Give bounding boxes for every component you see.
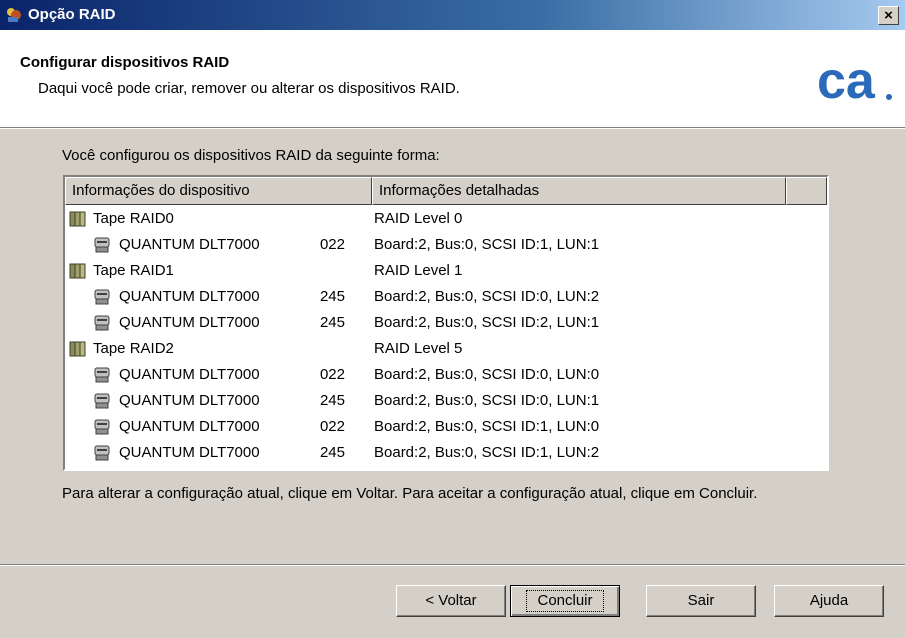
list-header: Informações do dispositivo Informações d… <box>65 177 827 205</box>
raid-group-row[interactable]: Tape RAID2 RAID Level 5 <box>65 336 827 362</box>
device-code: 022 <box>319 418 345 435</box>
back-button-label: < Voltar <box>425 592 477 609</box>
device-name: QUANTUM DLT7000 <box>119 236 260 253</box>
column-header-empty <box>786 177 827 205</box>
exit-button[interactable]: Sair <box>646 585 756 617</box>
wizard-header: Configurar dispositivos RAID Daqui você … <box>0 30 905 128</box>
header-subtitle: Daqui você pode criar, remover ou altera… <box>38 80 460 97</box>
device-name: QUANTUM DLT7000 <box>119 392 260 409</box>
device-detail: Board:2, Bus:0, SCSI ID:1, LUN:2 <box>374 444 600 461</box>
tape-drive-icon <box>93 392 111 410</box>
device-code: 245 <box>319 314 345 331</box>
column-header-detail-info[interactable]: Informações detalhadas <box>372 177 786 205</box>
header-title: Configurar dispositivos RAID <box>20 54 230 71</box>
device-code: 022 <box>319 366 345 383</box>
raid-group-row[interactable]: Tape RAID0 RAID Level 0 <box>65 206 827 232</box>
raid-option-dialog: Opção RAID × Configurar dispositivos RAI… <box>0 0 905 638</box>
device-detail: RAID Level 0 <box>374 210 463 227</box>
device-name: QUANTUM DLT7000 <box>119 314 260 331</box>
drive-row[interactable]: QUANTUM DLT7000 022 Board:2, Bus:0, SCSI I… <box>65 232 827 258</box>
device-detail: RAID Level 5 <box>374 340 463 357</box>
device-detail: Board:2, Bus:0, SCSI ID:0, LUN:0 <box>374 366 600 383</box>
tape-drive-icon <box>93 288 111 306</box>
device-name: QUANTUM DLT7000 <box>119 418 260 435</box>
drive-row[interactable]: QUANTUM DLT7000 022 Board:2, Bus:0, SCSI I… <box>65 362 827 388</box>
device-code: 245 <box>319 392 345 409</box>
device-name: QUANTUM DLT7000 <box>119 444 260 461</box>
device-name: QUANTUM DLT7000 <box>119 288 260 305</box>
tape-drive-icon <box>93 236 111 254</box>
drive-row[interactable]: QUANTUM DLT7000 245 Board:2, Bus:0, SCSI I… <box>65 388 827 414</box>
tape-drive-icon <box>93 366 111 384</box>
finish-button[interactable]: Concluir <box>510 585 620 617</box>
help-button-label: Ajuda <box>809 592 849 609</box>
tape-raid-icon <box>69 210 87 228</box>
device-name: Tape RAID0 <box>93 210 174 227</box>
column-header-device-info[interactable]: Informações do dispositivo <box>65 177 372 205</box>
device-name: QUANTUM DLT7000 <box>119 366 260 383</box>
logo-text: ca <box>817 52 876 110</box>
title-bar[interactable]: Opção RAID × <box>0 0 905 30</box>
device-detail: Board:2, Bus:0, SCSI ID:0, LUN:2 <box>374 288 600 305</box>
raid-group-row[interactable]: Tape RAID1 RAID Level 1 <box>65 258 827 284</box>
ca-logo: ca <box>817 52 892 110</box>
tape-drive-icon <box>93 314 111 332</box>
intro-text: Você configurou os dispositivos RAID da … <box>62 147 440 164</box>
device-code: 245 <box>319 288 345 305</box>
app-icon <box>7 8 21 22</box>
drive-row[interactable]: QUANTUM DLT7000 245 Board:2, Bus:0, SCSI I… <box>65 310 827 336</box>
device-code: 022 <box>319 236 345 253</box>
list-rows: Tape RAID0 RAID Level 0 QUANTUM DLT7000 022… <box>65 206 827 466</box>
header-divider <box>0 128 905 129</box>
footnote-text: Para alterar a configuração atual, cliqu… <box>62 485 758 502</box>
tape-raid-icon <box>69 340 87 358</box>
tape-raid-icon <box>69 262 87 280</box>
tape-drive-icon <box>93 444 111 462</box>
raid-device-list[interactable]: Informações do dispositivo Informações d… <box>63 175 829 471</box>
drive-row[interactable]: QUANTUM DLT7000 245 Board:2, Bus:0, SCSI I… <box>65 440 827 466</box>
device-detail: Board:2, Bus:0, SCSI ID:1, LUN:0 <box>374 418 600 435</box>
help-button[interactable]: Ajuda <box>774 585 884 617</box>
device-detail: RAID Level 1 <box>374 262 463 279</box>
finish-button-label: Concluir <box>526 590 604 612</box>
device-detail: Board:2, Bus:0, SCSI ID:0, LUN:1 <box>374 392 600 409</box>
button-divider <box>0 564 905 566</box>
device-name: Tape RAID1 <box>93 262 174 279</box>
close-button[interactable]: × <box>878 6 899 25</box>
back-button[interactable]: < Voltar <box>396 585 506 617</box>
device-detail: Board:2, Bus:0, SCSI ID:2, LUN:1 <box>374 314 600 331</box>
exit-button-label: Sair <box>687 592 715 609</box>
window-title: Opção RAID <box>28 6 116 23</box>
device-detail: Board:2, Bus:0, SCSI ID:1, LUN:1 <box>374 236 600 253</box>
tape-drive-icon <box>93 418 111 436</box>
drive-row[interactable]: QUANTUM DLT7000 245 Board:2, Bus:0, SCSI I… <box>65 284 827 310</box>
device-name: Tape RAID2 <box>93 340 174 357</box>
drive-row[interactable]: QUANTUM DLT7000 022 Board:2, Bus:0, SCSI I… <box>65 414 827 440</box>
device-code: 245 <box>319 444 345 461</box>
